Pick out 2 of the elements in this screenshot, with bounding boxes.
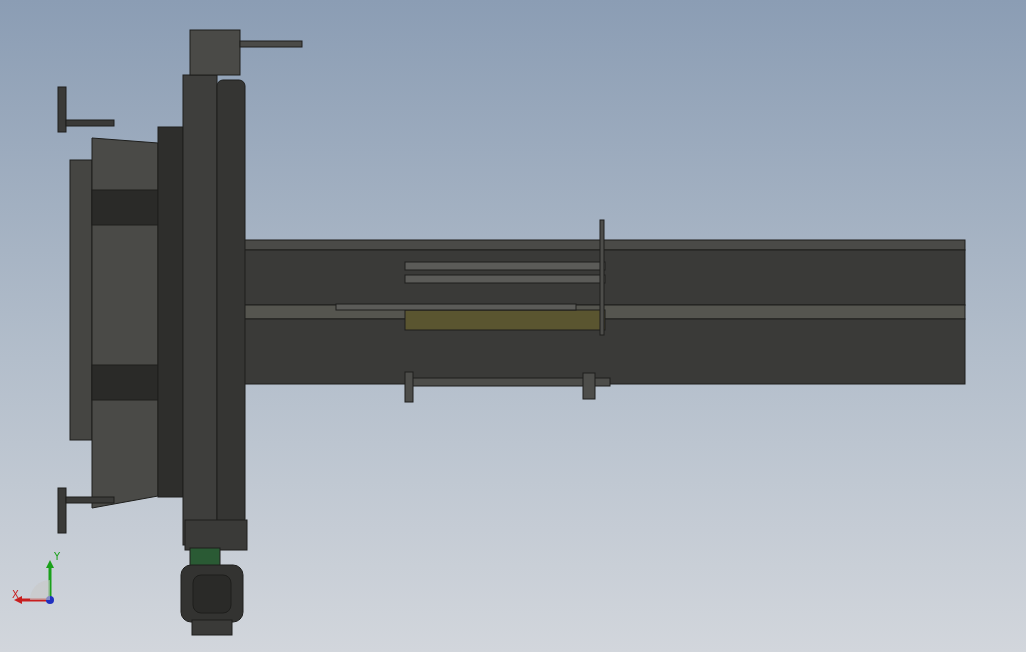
x-axis-label: X <box>12 590 19 600</box>
y-axis-label: Y <box>54 552 61 562</box>
